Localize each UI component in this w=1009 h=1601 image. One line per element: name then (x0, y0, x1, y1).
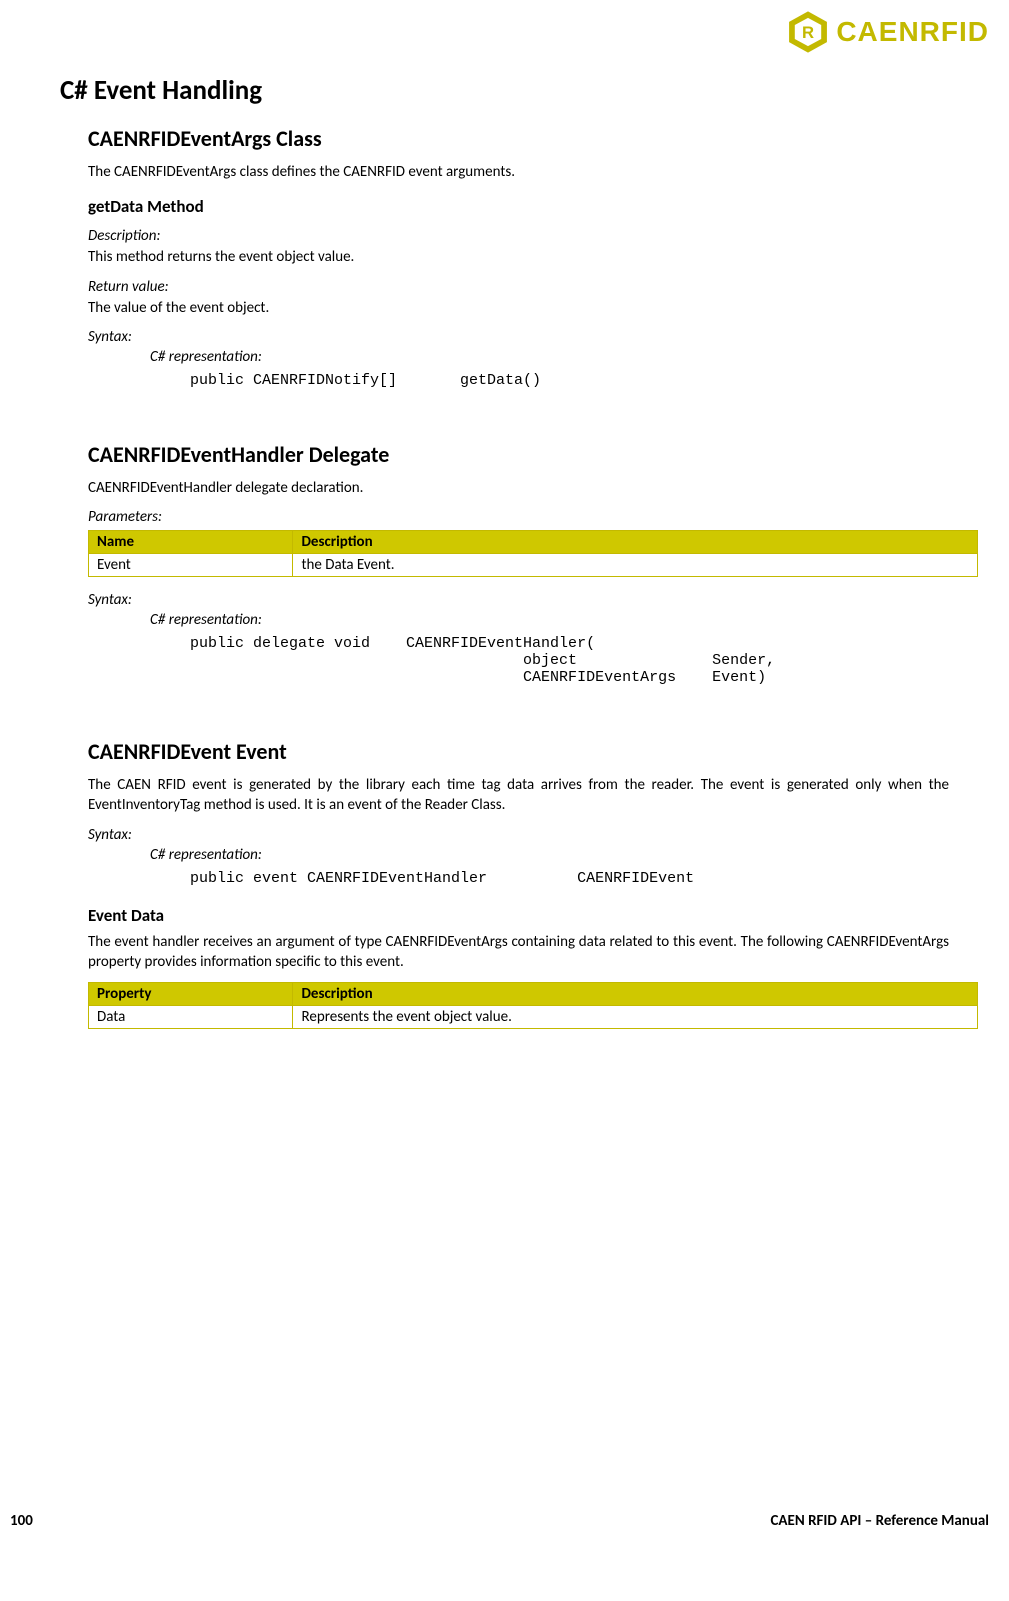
csharp-rep-label: C# representation: (150, 611, 949, 629)
parameters-label: Parameters: (88, 508, 949, 526)
brand-logo: R CAENRFID (60, 10, 989, 54)
page-footer: 100 CAEN RFID API – Reference Manual (0, 1512, 1009, 1530)
eventargs-intro: The CAENRFIDEventArgs class defines the … (88, 162, 949, 182)
code-getdata: public CAENRFIDNotify[] getData() (190, 372, 949, 389)
return-text: The value of the event object. (88, 298, 949, 318)
th-name: Name (89, 531, 293, 554)
csharp-rep-label: C# representation: (150, 348, 949, 366)
svg-text:R: R (802, 23, 814, 42)
eventdata-heading: Event Data (88, 905, 949, 926)
section-heading-eventhandler: CAENRFIDEventHandler Delegate (88, 441, 949, 468)
description-label: Description: (88, 227, 949, 245)
eventdata-text: The event handler receives an argument o… (88, 932, 949, 973)
eventhandler-intro: CAENRFIDEventHandler delegate declaratio… (88, 478, 949, 498)
syntax-label: Syntax: (88, 826, 949, 844)
td-description: the Data Event. (293, 554, 978, 577)
return-label: Return value: (88, 278, 949, 296)
td-description: Represents the event object value. (293, 1006, 978, 1029)
page-title: C# Event Handling (60, 74, 949, 107)
code-event: public event CAENRFIDEventHandler CAENRF… (190, 870, 949, 887)
event-intro: The CAEN RFID event is generated by the … (88, 775, 949, 816)
table-row: Event the Data Event. (89, 554, 978, 577)
th-description: Description (293, 983, 978, 1006)
th-description: Description (293, 531, 978, 554)
code-eventhandler: public delegate void CAENRFIDEventHandle… (190, 635, 949, 686)
table-row: Data Represents the event object value. (89, 1006, 978, 1029)
method-heading-getdata: getData Method (88, 196, 949, 217)
description-text: This method returns the event object val… (88, 247, 949, 267)
syntax-label: Syntax: (88, 328, 949, 346)
hexagon-r-icon: R (786, 10, 830, 54)
table-header-row: Name Description (89, 531, 978, 554)
syntax-label: Syntax: (88, 591, 949, 609)
csharp-rep-label: C# representation: (150, 846, 949, 864)
td-name: Event (89, 554, 293, 577)
th-property: Property (89, 983, 293, 1006)
section-heading-event: CAENRFIDEvent Event (88, 738, 949, 765)
eventdata-table: Property Description Data Represents the… (88, 982, 978, 1029)
brand-text: CAENRFID (836, 16, 989, 48)
parameters-table: Name Description Event the Data Event. (88, 530, 978, 577)
td-property: Data (89, 1006, 293, 1029)
page-number: 100 (10, 1512, 33, 1530)
footer-title: CAEN RFID API – Reference Manual (770, 1512, 989, 1530)
table-header-row: Property Description (89, 983, 978, 1006)
section-heading-eventargs: CAENRFIDEventArgs Class (88, 125, 949, 152)
